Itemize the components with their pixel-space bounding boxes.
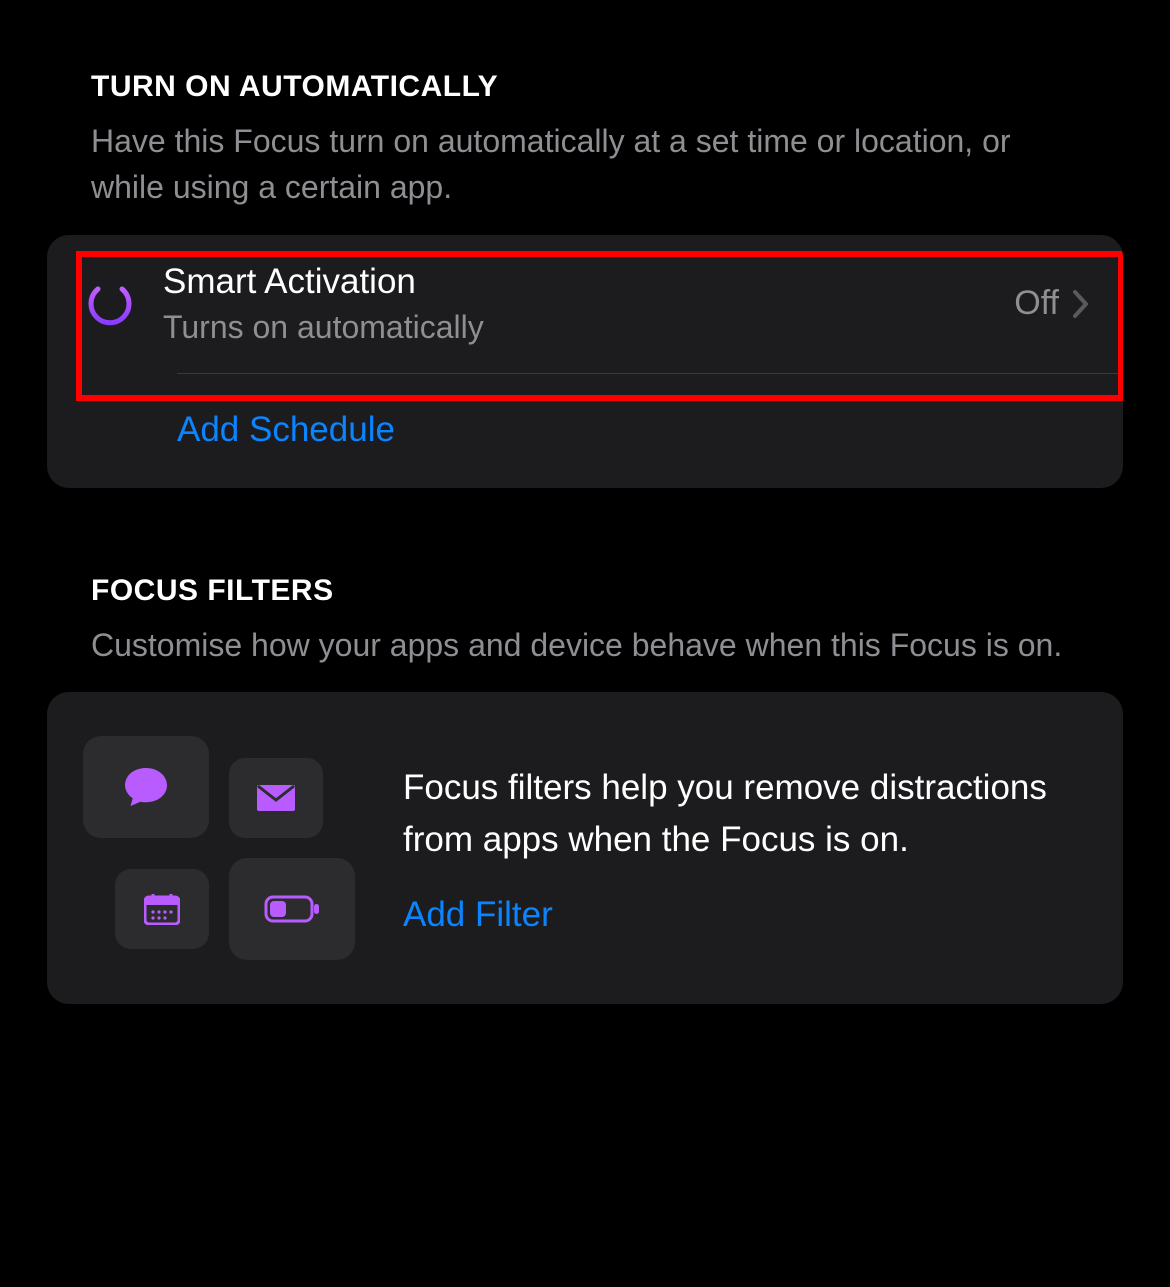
section-desc-focus-filters: Customise how your apps and device behav…	[91, 622, 1079, 668]
turn-on-automatically-section: TURN ON AUTOMATICALLY Have this Focus tu…	[47, 70, 1123, 488]
smart-activation-text: Smart Activation Turns on automatically	[145, 261, 1014, 347]
messages-icon	[123, 766, 169, 808]
add-filter-link[interactable]: Add Filter	[403, 895, 553, 935]
turn-on-auto-card: Smart Activation Turns on automatically …	[47, 235, 1123, 488]
smart-activation-value: Off	[1014, 284, 1059, 323]
section-header-focus-filters: FOCUS FILTERS	[91, 574, 1079, 608]
smart-activation-subtitle: Turns on automatically	[163, 307, 1014, 347]
chevron-right-icon	[1073, 290, 1089, 318]
section-header-turn-on-auto: TURN ON AUTOMATICALLY	[91, 70, 1079, 104]
tile-mail	[229, 758, 323, 838]
mail-icon	[256, 784, 296, 812]
power-icon	[75, 277, 145, 331]
tile-battery	[229, 858, 355, 960]
focus-filters-text: Focus filters help you remove distractio…	[403, 762, 1087, 935]
focus-filters-explainer: Focus filters help you remove distractio…	[403, 762, 1087, 867]
focus-filters-card: Focus filters help you remove distractio…	[47, 692, 1123, 1004]
settings-screen: TURN ON AUTOMATICALLY Have this Focus tu…	[0, 0, 1170, 1004]
battery-icon	[264, 895, 320, 923]
smart-activation-title: Smart Activation	[163, 261, 1014, 303]
smart-activation-row[interactable]: Smart Activation Turns on automatically …	[47, 235, 1123, 373]
tile-messages	[83, 736, 209, 838]
focus-filters-section: FOCUS FILTERS Customise how your apps an…	[47, 574, 1123, 1004]
tile-calendar	[115, 869, 209, 949]
section-desc-turn-on-auto: Have this Focus turn on automatically at…	[91, 118, 1079, 211]
section-spacer	[47, 488, 1123, 574]
filter-tiles	[83, 736, 355, 960]
calendar-icon	[144, 893, 180, 925]
add-schedule-label: Add Schedule	[177, 410, 395, 449]
add-schedule-row[interactable]: Add Schedule	[47, 374, 1123, 488]
